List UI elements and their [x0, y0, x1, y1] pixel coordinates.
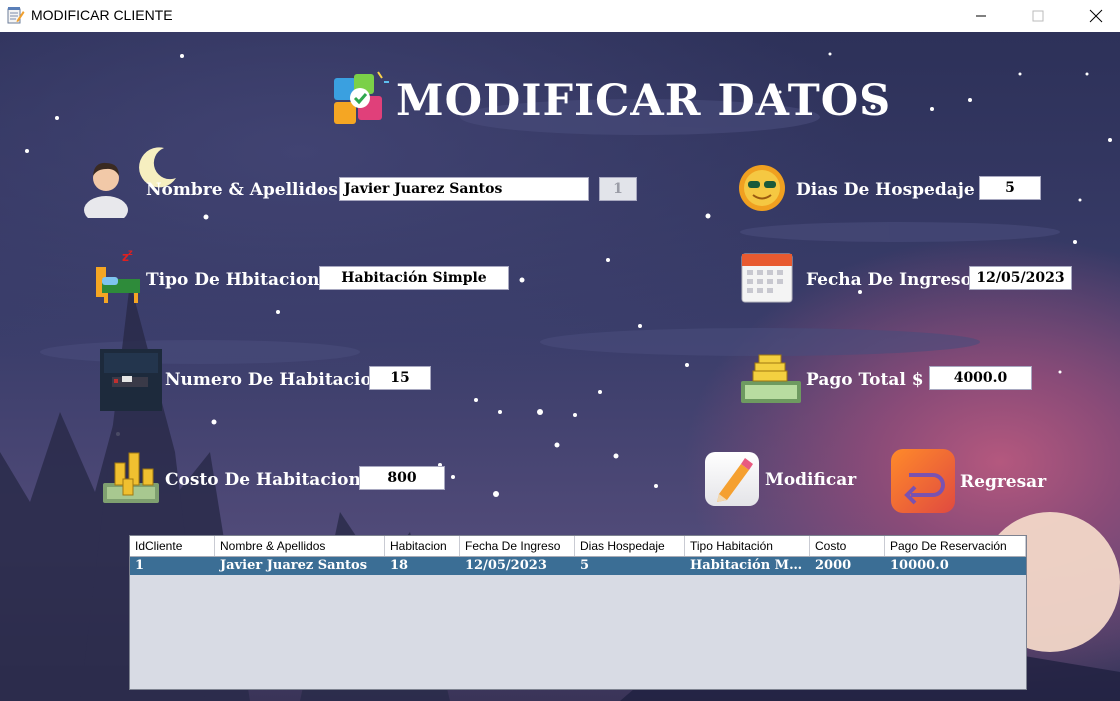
tipo-habitacion-field[interactable]: Habitación Simple [319, 266, 509, 290]
table-header: IdCliente Nombre & Apellidos Habitacion … [130, 536, 1026, 557]
user-avatar-icon [84, 162, 128, 218]
maximize-icon [1032, 10, 1044, 22]
pencil-icon [717, 458, 753, 502]
dias-hospedaje-input[interactable]: 5 [979, 176, 1041, 200]
pago-total-input[interactable]: 4000.0 [929, 366, 1032, 390]
column-header[interactable]: Fecha De Ingreso [460, 536, 575, 556]
nombre-input[interactable]: Javier Juarez Santos [339, 177, 589, 201]
sun-with-sunglasses-icon [739, 165, 785, 211]
window-titlebar: MODIFICAR CLIENTE [0, 0, 1120, 32]
column-header[interactable]: Tipo Habitación [685, 536, 810, 556]
regresar-button[interactable] [891, 449, 955, 513]
coins-money-icon [103, 452, 159, 503]
table-cell[interactable]: 1 [130, 557, 215, 575]
close-icon [1089, 9, 1103, 23]
bed-icon: z z [96, 248, 140, 303]
numero-habitacion-input[interactable]: 15 [369, 366, 431, 390]
numero-label: Numero De Habitacion [165, 370, 385, 390]
dias-label: Dias De Hospedaje [796, 180, 975, 200]
table-cell[interactable]: 5 [575, 557, 685, 575]
svg-text:z: z [128, 248, 133, 257]
table-cell[interactable]: 18 [385, 557, 460, 575]
column-header[interactable]: IdCliente [130, 536, 215, 556]
column-header[interactable]: Habitacion [385, 536, 460, 556]
clientes-table[interactable]: IdCliente Nombre & Apellidos Habitacion … [129, 535, 1027, 690]
pago-label: Pago Total $ [806, 370, 924, 390]
money-stack-icon [741, 354, 801, 403]
table-row[interactable]: 1 Javier Juarez Santos 18 12/05/2023 5 H… [130, 557, 1026, 575]
return-arrow-icon [904, 473, 945, 505]
window-title: MODIFICAR CLIENTE [31, 7, 173, 23]
costo-label: Costo De Habitacion $ [165, 470, 379, 490]
column-header[interactable]: Costo [810, 536, 885, 556]
puzzle-settings-icon [334, 71, 389, 124]
table-cell[interactable]: 2000 [810, 557, 885, 575]
table-cell[interactable]: 10000.0 [885, 557, 1026, 575]
content-area: MODIFICAR DATOS Nombre & Apellidos Javie… [0, 32, 1120, 701]
tipo-label: Tipo De Hbitacion [146, 270, 320, 290]
cliente-id-field: 1 [599, 177, 637, 201]
room-photo-icon [100, 349, 162, 411]
nombre-label: Nombre & Apellidos [146, 180, 338, 200]
fecha-ingreso-input[interactable]: 12/05/2023 [969, 266, 1072, 290]
column-header[interactable]: Dias Hospedaje [575, 536, 685, 556]
notepad-edit-icon [7, 7, 25, 24]
table-cell[interactable]: Javier Juarez Santos [215, 557, 385, 575]
column-header[interactable]: Nombre & Apellidos [215, 536, 385, 556]
minimize-icon [976, 15, 986, 17]
table-cell[interactable]: Habitación Matrimonial [685, 557, 810, 575]
modificar-button[interactable] [705, 452, 759, 506]
maximize-button[interactable] [1015, 0, 1061, 32]
page-heading: MODIFICAR DATOS [396, 76, 892, 126]
minimize-button[interactable] [958, 0, 1004, 32]
close-button[interactable] [1073, 0, 1119, 32]
calendar-icon [741, 253, 793, 303]
costo-habitacion-input[interactable]: 800 [359, 466, 445, 490]
table-cell[interactable]: 12/05/2023 [460, 557, 575, 575]
regresar-label[interactable]: Regresar [960, 472, 1046, 492]
modificar-label[interactable]: Modificar [765, 470, 856, 490]
column-header[interactable]: Pago De Reservación [885, 536, 1026, 556]
fecha-label: Fecha De Ingreso [806, 270, 972, 290]
